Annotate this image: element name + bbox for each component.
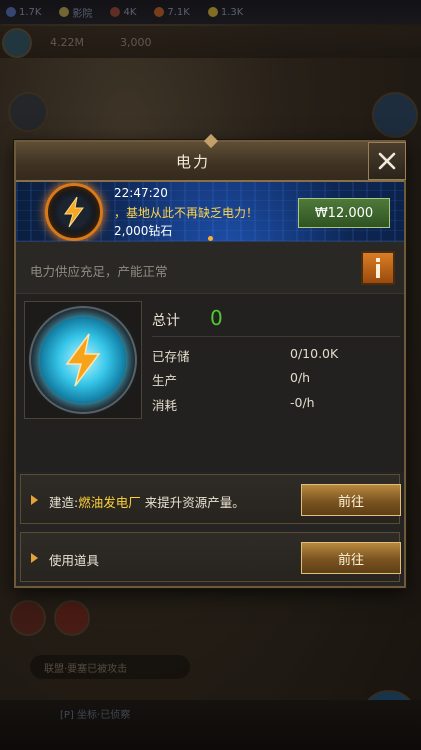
consumption-value: -0/h bbox=[290, 395, 315, 410]
consumption-label: 消耗 bbox=[152, 398, 178, 413]
page-indicator-dot bbox=[208, 236, 213, 241]
build-prefix: 建造: bbox=[49, 495, 79, 510]
lightning-icon bbox=[65, 333, 101, 387]
build-suffix: 来提升资源产量。 bbox=[140, 495, 245, 510]
offer-icon bbox=[36, 183, 112, 241]
power-plant-name: 燃油发电厂 bbox=[78, 495, 141, 510]
offer-icon-ring bbox=[45, 183, 103, 241]
power-icon-frame bbox=[29, 306, 137, 414]
go-use-items-button[interactable]: 前往 bbox=[301, 542, 401, 574]
go-build-button[interactable]: 前往 bbox=[301, 484, 401, 516]
offer-reward: 2,000钻石 bbox=[114, 224, 173, 238]
production-value: 0/h bbox=[290, 370, 311, 385]
production-label: 生产 bbox=[152, 373, 178, 388]
stored-label: 已存储 bbox=[152, 349, 190, 364]
close-button[interactable] bbox=[368, 142, 406, 180]
use-items-row: 使用道具 前往 bbox=[20, 532, 401, 582]
status-row: 电力供应充足，产能正常 bbox=[16, 242, 404, 294]
info-button[interactable] bbox=[361, 251, 395, 285]
offer-timer: 22:47:20 bbox=[114, 186, 168, 200]
power-dialog: 电力 22:47:20 ，基地从此不再缺乏电力！ 2,000钻石 ₩12.000… bbox=[14, 133, 406, 588]
lightning-icon bbox=[64, 196, 84, 228]
power-icon-core bbox=[40, 317, 126, 403]
dialog-title: 电力 bbox=[175, 152, 210, 171]
divider bbox=[152, 336, 400, 337]
bullet-triangle-icon bbox=[31, 495, 38, 505]
build-power-plant-row: 建造:燃油发电厂 来提升资源产量。 前往 bbox=[20, 474, 401, 524]
bullet-triangle-icon bbox=[31, 553, 38, 563]
purchase-button[interactable]: ₩12.000 bbox=[298, 198, 390, 228]
dialog-header: 电力 bbox=[16, 133, 406, 182]
power-resource-tile bbox=[24, 301, 142, 419]
info-icon bbox=[376, 258, 380, 278]
total-label: 总计 bbox=[152, 313, 180, 329]
close-icon bbox=[378, 152, 396, 170]
total-value: 0 bbox=[210, 306, 223, 330]
use-items-label: 使用道具 bbox=[49, 553, 100, 568]
status-text: 电力供应充足，产能正常 bbox=[30, 264, 168, 279]
stored-value: 0/10.0K bbox=[290, 346, 339, 361]
offer-message: ，基地从此不再缺乏电力！ bbox=[114, 206, 259, 220]
build-hint: 建造:燃油发电厂 来提升资源产量。 bbox=[49, 492, 245, 511]
